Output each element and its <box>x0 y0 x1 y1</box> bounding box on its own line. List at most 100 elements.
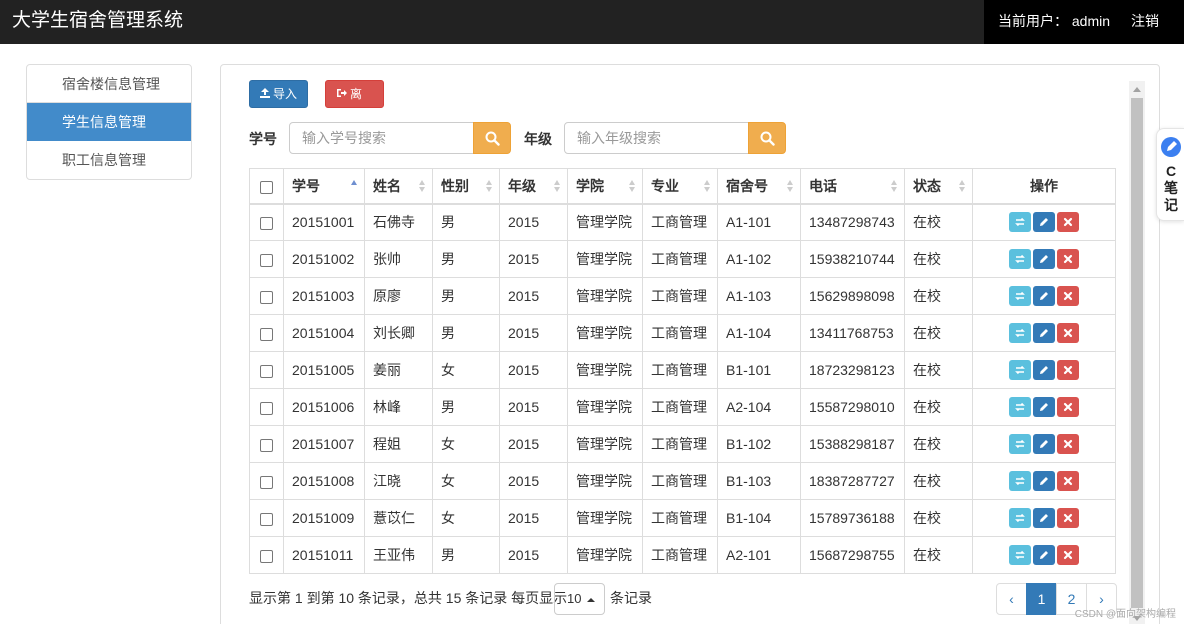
row-select-cell <box>249 351 284 389</box>
column-header-major[interactable]: 专业 <box>642 168 718 205</box>
column-header-name[interactable]: 姓名 <box>364 168 433 205</box>
note-widget[interactable]: C 笔 记 <box>1156 128 1184 221</box>
swap-dorm-button[interactable] <box>1009 545 1031 565</box>
sign-out-icon <box>336 82 347 108</box>
select-all-checkbox[interactable] <box>260 180 273 194</box>
delete-button[interactable] <box>1057 471 1079 491</box>
sidebar-item-student[interactable]: 学生信息管理 <box>27 103 191 141</box>
column-header-status[interactable]: 状态 <box>904 168 973 205</box>
swap-dorm-button[interactable] <box>1009 360 1031 380</box>
edit-button[interactable] <box>1033 249 1055 269</box>
swap-dorm-button[interactable] <box>1009 471 1031 491</box>
row-actions-cell <box>972 240 1116 278</box>
edit-button[interactable] <box>1033 434 1055 454</box>
page-size-dropdown[interactable]: 10 <box>554 583 605 615</box>
swap-dorm-button[interactable] <box>1009 249 1031 269</box>
cell-student-id: 20151008 <box>283 462 365 500</box>
grade-search-input[interactable] <box>564 122 749 154</box>
page-button-1[interactable]: 1 <box>1026 583 1057 615</box>
import-button[interactable]: 导入 <box>249 80 308 108</box>
row-select-cell <box>249 240 284 278</box>
close-icon <box>1063 328 1073 338</box>
edit-button[interactable] <box>1033 360 1055 380</box>
delete-button[interactable] <box>1057 249 1079 269</box>
pencil-icon <box>1040 403 1048 411</box>
edit-button[interactable] <box>1033 212 1055 233</box>
delete-button[interactable] <box>1057 508 1079 528</box>
app-title[interactable]: 大学生宿舍管理系统 <box>12 0 183 44</box>
student-id-search-button[interactable] <box>473 122 511 154</box>
row-checkbox[interactable] <box>260 327 273 341</box>
leave-school-button[interactable]: 离校 <box>325 80 384 128</box>
table-row: 20151007 程姐女 2015 管理学院 工商管理 B1-102 15388298187… <box>249 425 1116 463</box>
row-checkbox[interactable] <box>260 549 273 563</box>
cell-student-id: 20151007 <box>283 425 365 463</box>
edit-button[interactable] <box>1033 323 1055 343</box>
pencil-icon <box>1040 477 1048 485</box>
user-area: 当前用户： admin 注销 <box>984 0 1184 44</box>
column-header-phone[interactable]: 电话 <box>800 168 905 205</box>
row-checkbox[interactable] <box>260 290 273 304</box>
swap-icon <box>1015 476 1025 486</box>
column-header-grade[interactable]: 年级 <box>499 168 568 205</box>
row-checkbox[interactable] <box>260 438 273 452</box>
scrollbar-thumb[interactable] <box>1131 98 1143 608</box>
column-header-student-id[interactable]: 学号 <box>283 168 365 205</box>
cell-gender: 女 <box>432 425 500 463</box>
student-id-search-input[interactable] <box>289 122 474 154</box>
swap-dorm-button[interactable] <box>1009 212 1031 233</box>
cell-gender: 男 <box>432 240 500 278</box>
cell-student-id: 20151006 <box>283 388 365 426</box>
swap-dorm-button[interactable] <box>1009 434 1031 454</box>
delete-button[interactable] <box>1057 212 1079 233</box>
row-checkbox[interactable] <box>260 253 273 267</box>
pencil-icon <box>1040 514 1048 522</box>
note-widget-label: C 笔 记 <box>1164 163 1178 213</box>
swap-dorm-button[interactable] <box>1009 397 1031 417</box>
edit-button[interactable] <box>1033 508 1055 528</box>
swap-dorm-button[interactable] <box>1009 508 1031 528</box>
cell-gender: 男 <box>432 277 500 315</box>
delete-button[interactable] <box>1057 286 1079 306</box>
row-checkbox[interactable] <box>260 475 273 489</box>
column-header-gender[interactable]: 性别 <box>432 168 500 205</box>
delete-button[interactable] <box>1057 323 1079 343</box>
delete-button[interactable] <box>1057 397 1079 417</box>
swap-dorm-button[interactable] <box>1009 286 1031 306</box>
vertical-scrollbar[interactable] <box>1129 81 1145 624</box>
swap-dorm-button[interactable] <box>1009 323 1031 343</box>
delete-button[interactable] <box>1057 434 1079 454</box>
edit-button[interactable] <box>1033 545 1055 565</box>
sidebar-item-staff[interactable]: 职工信息管理 <box>27 141 191 179</box>
delete-button[interactable] <box>1057 360 1079 380</box>
row-checkbox[interactable] <box>260 217 273 231</box>
grade-search-label: 年级 <box>524 131 552 147</box>
cell-major: 工商管理 <box>642 240 718 278</box>
cell-dorm: A2-101 <box>717 536 801 574</box>
prev-page-button[interactable]: ‹ <box>996 583 1027 615</box>
cell-status: 在校 <box>904 425 973 463</box>
row-checkbox[interactable] <box>260 364 273 378</box>
cell-dorm: B1-103 <box>717 462 801 500</box>
column-header-dorm[interactable]: 宿舍号 <box>717 168 801 205</box>
close-icon <box>1063 550 1073 560</box>
cell-college: 管理学院 <box>567 388 643 426</box>
sidebar-item-dorm-building[interactable]: 宿舍楼信息管理 <box>27 65 191 103</box>
edit-button[interactable] <box>1033 397 1055 417</box>
row-checkbox[interactable] <box>260 401 273 415</box>
edit-button[interactable] <box>1033 286 1055 306</box>
watermark: CSDN @面向架构编程 <box>1074 609 1176 620</box>
edit-button[interactable] <box>1033 471 1055 491</box>
column-header-college[interactable]: 学院 <box>567 168 643 205</box>
cell-status: 在校 <box>904 499 973 537</box>
cell-name: 薏苡仁 <box>364 499 433 537</box>
cell-dorm: B1-101 <box>717 351 801 389</box>
delete-button[interactable] <box>1057 545 1079 565</box>
scroll-up-arrow-icon[interactable] <box>1133 87 1141 92</box>
logout-link[interactable]: 注销 <box>1131 0 1159 42</box>
student-id-search-label: 学号 <box>249 131 277 147</box>
row-checkbox[interactable] <box>260 512 273 526</box>
cell-status: 在校 <box>904 314 973 352</box>
table-row: 20151008 江晓女 2015 管理学院 工商管理 B1-103 18387287727… <box>249 462 1116 500</box>
grade-search-button[interactable] <box>748 122 786 154</box>
